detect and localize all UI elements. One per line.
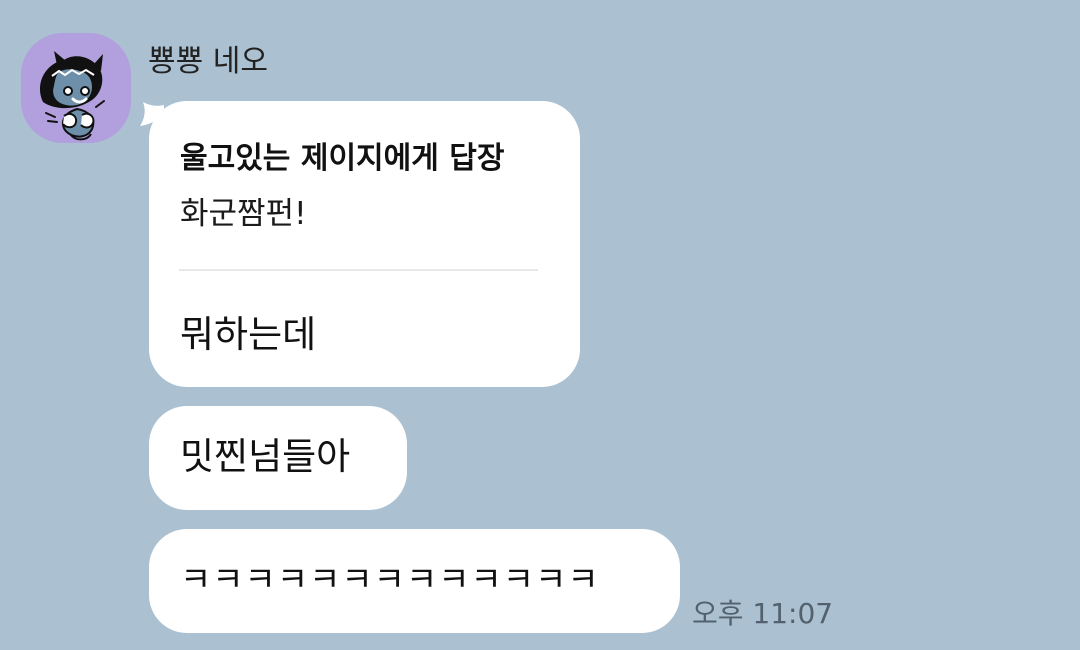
reply-divider: [179, 269, 538, 271]
reply-message-bubble[interactable]: 울고있는 제이지에게 답장 화군짬펀! 뭐하는데: [149, 101, 580, 387]
reply-target-title: 울고있는 제이지에게 답장: [180, 141, 505, 176]
reply-quoted-message: 화군짬펀!: [180, 196, 307, 232]
message-timestamp: 오후 11:07: [692, 597, 834, 630]
message-bubble[interactable]: ㅋㅋㅋㅋㅋㅋㅋㅋㅋㅋㅋㅋㅋ: [149, 529, 680, 633]
message-bubble[interactable]: 밋찐넘들아: [149, 406, 407, 510]
sender-avatar[interactable]: [21, 33, 131, 143]
message-text: ㅋㅋㅋㅋㅋㅋㅋㅋㅋㅋㅋㅋㅋ: [180, 560, 600, 600]
chat-room: 뿅뿅 네오 울고있는 제이지에게 답장 화군짬펀! 뭐하는데 밋찐넘들아 ㅋㅋㅋ…: [0, 0, 1080, 650]
message-text: 밋찐넘들아: [180, 435, 351, 478]
message-text: 뭐하는데: [180, 313, 317, 356]
sender-name[interactable]: 뿅뿅 네오: [148, 42, 268, 82]
neo-character-icon: [21, 33, 131, 143]
